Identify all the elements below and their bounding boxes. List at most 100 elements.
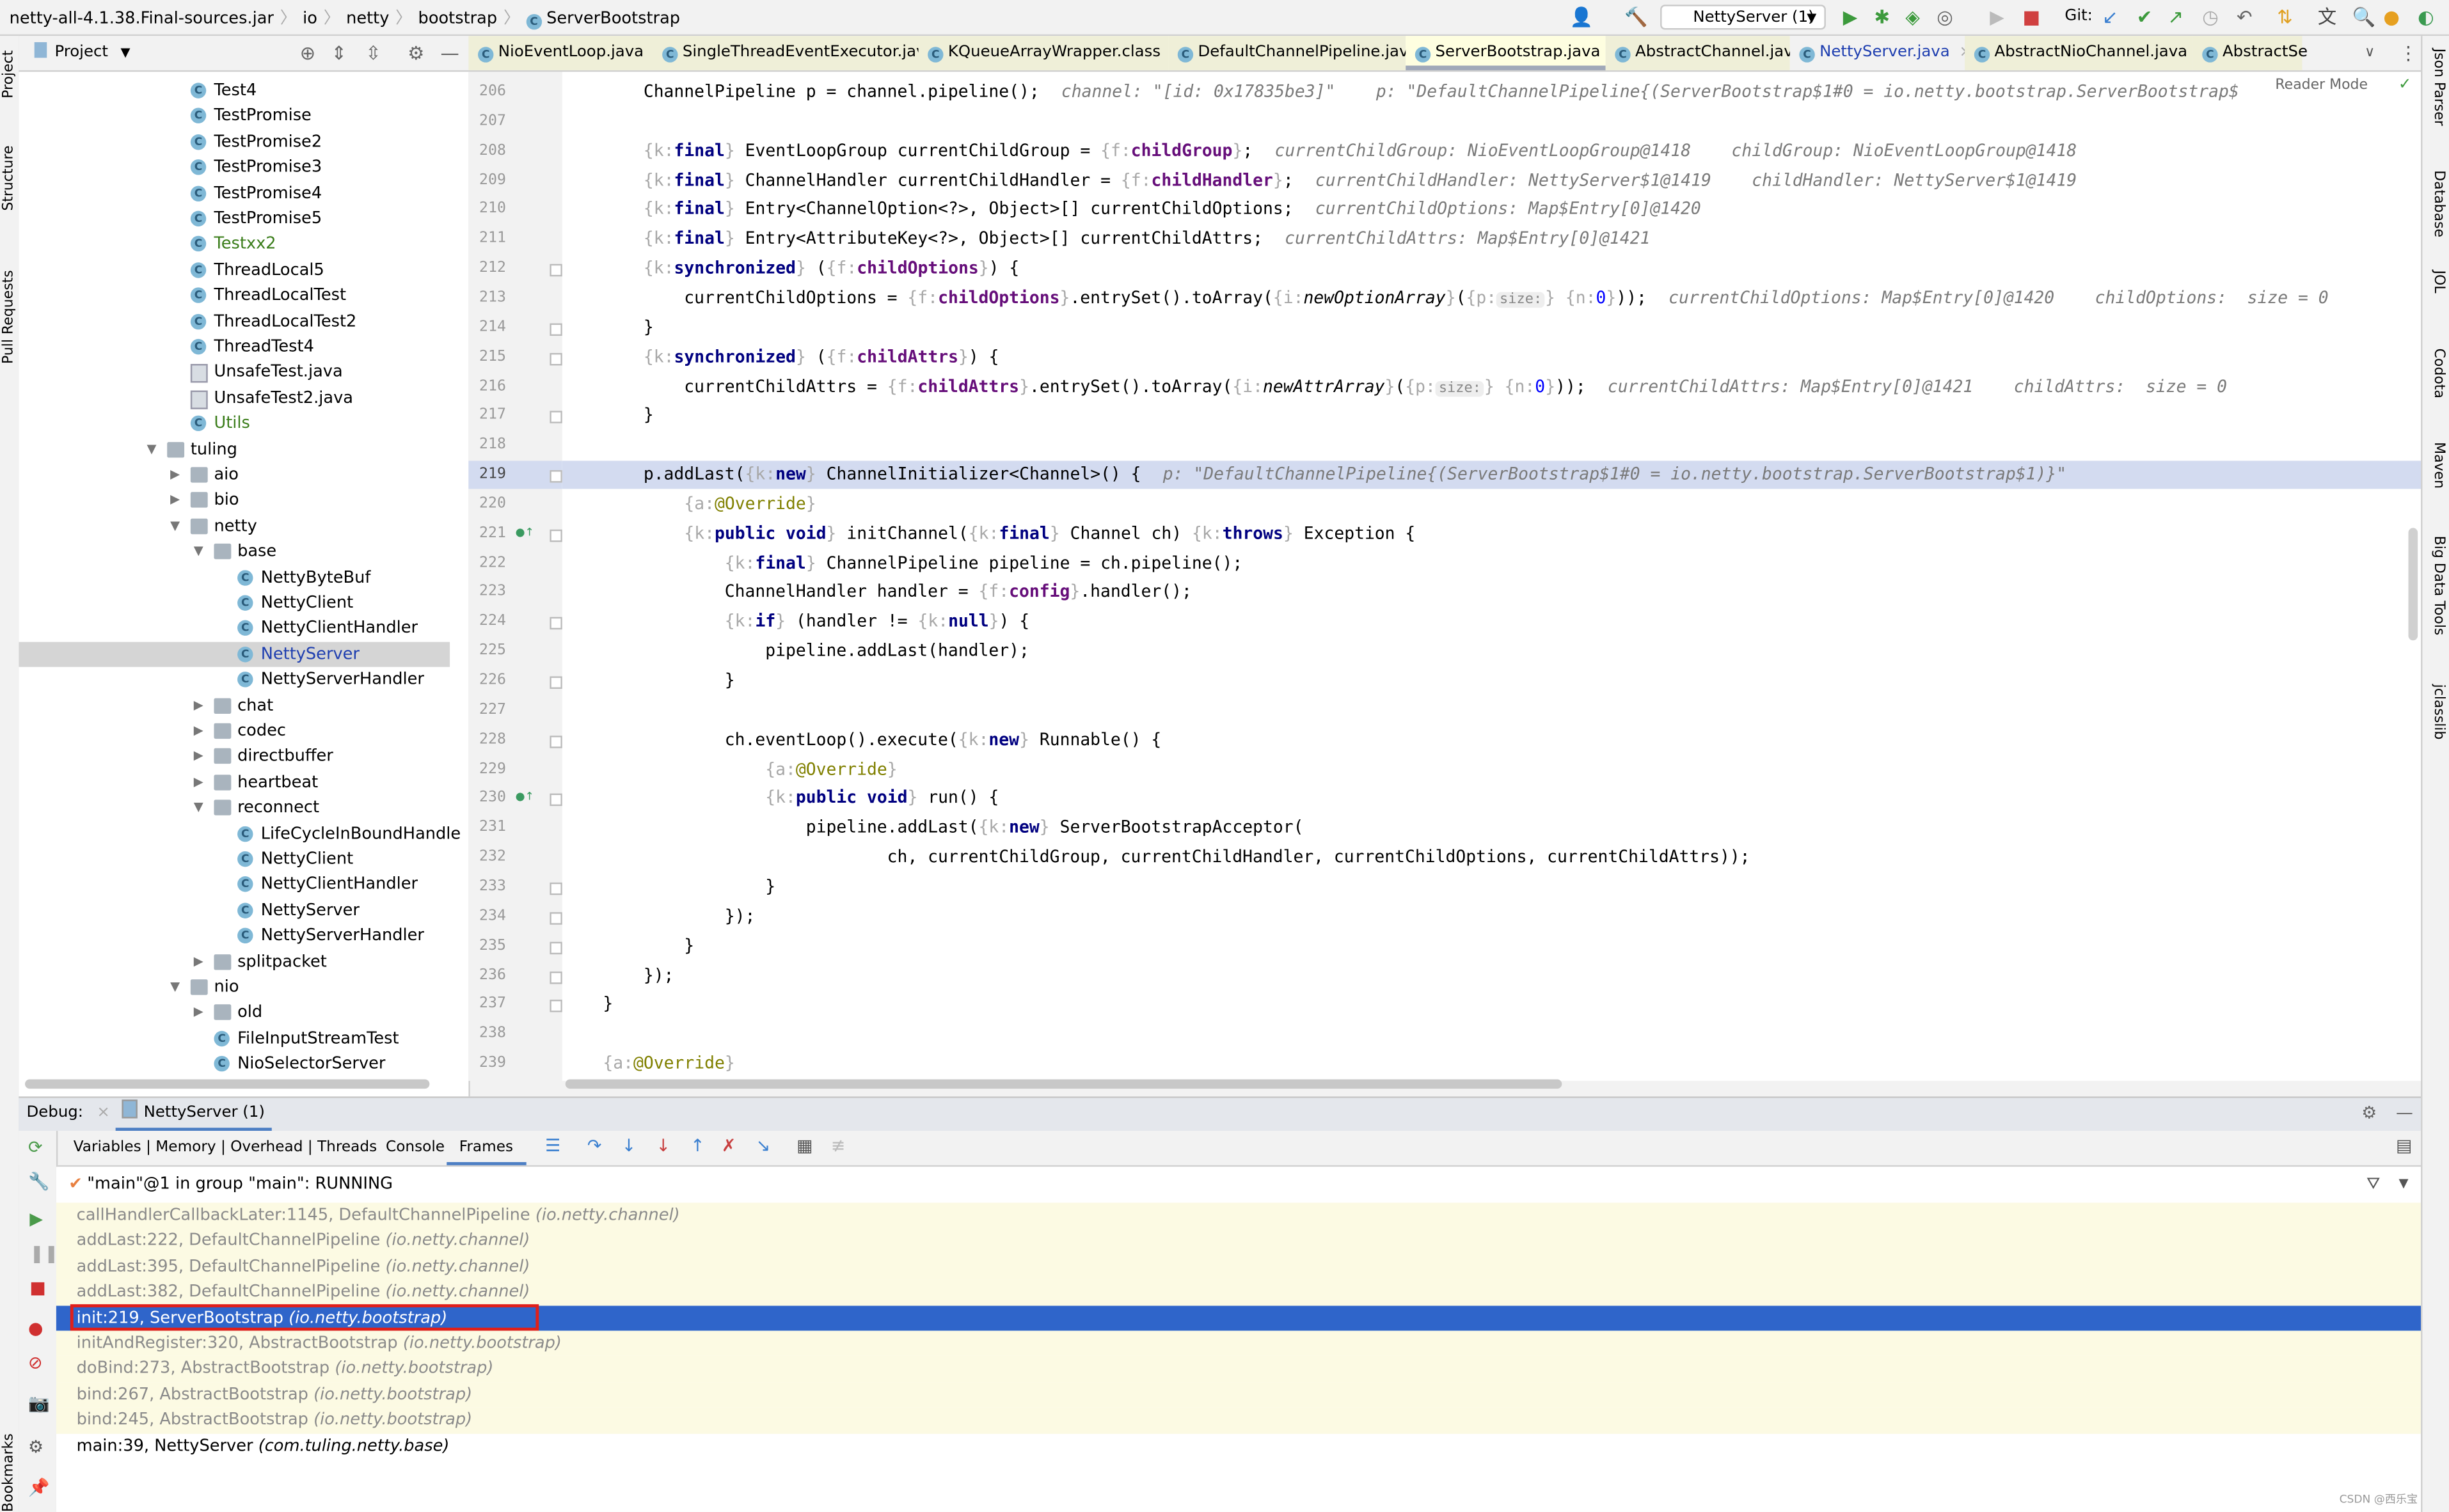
code-editor[interactable]: Reader Mode ✓ ChannelPipeline p = channe… xyxy=(562,72,2421,1081)
tree-item[interactable]: ▼ reconnect xyxy=(19,795,450,820)
tool-window-pull-requests[interactable]: Pull Requests xyxy=(1,270,17,364)
breadcrumb-item[interactable]: netty xyxy=(346,10,389,28)
editor-gutter[interactable]: 206 207 208 209 210 211 212 213 214 215 216 217 218 2… xyxy=(468,72,562,1081)
tool-window-project[interactable]: Project xyxy=(1,51,17,98)
evaluate-expression-icon[interactable]: ▦ xyxy=(797,1135,812,1156)
fold-marker-icon[interactable] xyxy=(550,676,562,689)
tree-item[interactable]: ▼ tuling xyxy=(19,437,450,462)
tree-item[interactable]: C NettyServerHandler xyxy=(19,667,450,692)
fold-marker-icon[interactable] xyxy=(550,470,562,483)
stack-frame[interactable]: bind:267, AbstractBootstrap (io.netty.bo… xyxy=(56,1382,2421,1408)
more-icon[interactable]: ⋮ xyxy=(2399,42,2418,64)
step-into-icon[interactable]: ↓ xyxy=(622,1135,637,1156)
force-step-into-icon[interactable]: ↓ xyxy=(656,1135,670,1156)
tree-item[interactable]: C Test4 xyxy=(19,78,450,103)
fold-marker-icon[interactable] xyxy=(550,1000,562,1013)
tree-item[interactable]: UnsafeTest2.java xyxy=(19,386,450,411)
chevron-right-icon[interactable]: ▶ xyxy=(194,1000,203,1025)
rerun-icon[interactable]: ⟳ xyxy=(28,1137,43,1158)
debug-icon[interactable]: ✱ xyxy=(1874,6,1890,28)
tool-window-jclasslib[interactable]: jclasslib xyxy=(2430,684,2446,740)
chevron-right-icon[interactable]: ▶ xyxy=(194,744,203,769)
tab-nioeventloop-java[interactable]: CNioEventLoop.java× xyxy=(468,36,666,70)
settings-icon[interactable]: ⚙ xyxy=(28,1437,44,1458)
gear-icon[interactable]: ⚙ xyxy=(408,42,424,64)
fold-marker-icon[interactable] xyxy=(550,735,562,748)
tab-singlethreadeventexecutor-java[interactable]: CSingleThreadEventExecutor.java× xyxy=(653,36,958,70)
breadcrumb-item[interactable]: io xyxy=(303,10,317,28)
fold-marker-icon[interactable] xyxy=(550,529,562,542)
restore-layout-icon[interactable]: ▤ xyxy=(2396,1135,2412,1156)
update-icon[interactable]: ● xyxy=(2383,6,2400,28)
tree-item[interactable]: ▼ nio xyxy=(19,975,450,1000)
tree-item[interactable]: C Testxx2 xyxy=(19,232,450,256)
chevron-down-icon[interactable]: ▼ xyxy=(147,437,156,462)
profile-icon[interactable]: ◎ xyxy=(1937,6,1953,28)
breadcrumb-item[interactable]: bootstrap xyxy=(418,10,498,28)
resume-icon[interactable]: ▶ xyxy=(1990,6,2004,28)
chevron-down-icon[interactable]: ▼ xyxy=(170,514,180,539)
structure-icon[interactable]: ⇅ xyxy=(2277,6,2293,28)
project-horizontal-scrollbar[interactable] xyxy=(25,1079,430,1089)
fold-marker-icon[interactable] xyxy=(550,617,562,630)
tool-window-codota[interactable]: Codota xyxy=(2430,349,2446,398)
stack-frame[interactable]: doBind:273, AbstractBootstrap (io.netty.… xyxy=(56,1356,2421,1382)
chevron-down-icon[interactable]: ▼ xyxy=(194,795,203,820)
hide-icon[interactable]: — xyxy=(440,42,459,64)
tree-item[interactable]: ▶ heartbeat xyxy=(19,769,450,794)
override-method-icon[interactable]: ●↑ xyxy=(516,791,534,804)
fold-marker-icon[interactable] xyxy=(550,323,562,336)
tree-item[interactable]: C NettyClient xyxy=(19,847,450,872)
debug-session-tab[interactable]: NettyServer (1) xyxy=(115,1098,271,1131)
tree-item[interactable]: C TestPromise xyxy=(19,104,450,129)
tool-window-database[interactable]: Database xyxy=(2430,170,2446,237)
stop-icon[interactable]: ■ xyxy=(2022,6,2040,28)
view-breakpoints-icon[interactable]: ● xyxy=(28,1318,43,1339)
breadcrumb-item[interactable]: ServerBootstrap xyxy=(546,10,680,28)
tree-item[interactable]: ▶ old xyxy=(19,1000,450,1025)
stack-frame[interactable]: initAndRegister:320, AbstractBootstrap (… xyxy=(56,1330,2421,1357)
pause-icon[interactable]: ❚❚ xyxy=(29,1243,58,1264)
tab-frames[interactable]: Frames xyxy=(447,1131,526,1165)
stack-frame[interactable]: addLast:222, DefaultChannelPipeline (io.… xyxy=(56,1228,2421,1254)
chevron-right-icon[interactable]: ▶ xyxy=(170,488,180,513)
git-commit-icon[interactable]: ✔ xyxy=(2137,6,2153,28)
stack-frame[interactable]: addLast:395, DefaultChannelPipeline (io.… xyxy=(56,1254,2421,1280)
tree-item[interactable]: C ThreadTest4 xyxy=(19,335,450,359)
tab-variables-memory-overhead-threads[interactable]: Variables | Memory | Overhead | Threads xyxy=(74,1131,377,1165)
tree-item[interactable]: C NettyServerHandler xyxy=(19,924,450,949)
chevron-right-icon[interactable]: ▶ xyxy=(194,769,203,794)
tab-nettyserver-java[interactable]: CNettyServer.java× xyxy=(1789,36,1972,70)
fold-marker-icon[interactable] xyxy=(550,411,562,424)
collapse-all-icon[interactable]: ⇳ xyxy=(365,42,381,64)
tool-window-big-data-tools[interactable]: Big Data Tools xyxy=(2430,536,2446,636)
fold-marker-icon[interactable] xyxy=(550,352,562,365)
breadcrumb-item[interactable]: netty-all-4.1.38.Final-sources.jar xyxy=(10,10,274,28)
stack-frame[interactable]: bind:245, AbstractBootstrap (io.netty.bo… xyxy=(56,1407,2421,1433)
translate-icon[interactable]: 文 xyxy=(2318,6,2336,28)
expand-all-icon[interactable]: ⇕ xyxy=(331,42,347,64)
resume-program-icon[interactable]: ▶ xyxy=(29,1209,43,1229)
step-over-icon[interactable]: ↷ xyxy=(587,1135,602,1156)
stack-frame[interactable]: main:39, NettyServer (com.tuling.netty.b… xyxy=(56,1433,2421,1459)
tool-window-maven[interactable]: Maven xyxy=(2430,442,2446,489)
tab-abstractniochannel-java[interactable]: CAbstractNioChannel.java× xyxy=(1965,36,2210,70)
run-to-cursor-icon[interactable]: ↘ xyxy=(756,1135,771,1156)
plugin-icon[interactable]: ◐ xyxy=(2418,6,2434,28)
tree-item[interactable]: C NettyByteBuf xyxy=(19,565,450,590)
fold-marker-icon[interactable] xyxy=(550,794,562,807)
stack-frame[interactable]: init:219, ServerBootstrap (io.netty.boot… xyxy=(56,1303,2421,1331)
git-update-icon[interactable]: ↙ xyxy=(2102,6,2118,28)
tree-item[interactable]: C NettyClientHandler xyxy=(19,872,450,897)
rollback-icon[interactable]: ↶ xyxy=(2237,6,2253,28)
tree-item[interactable]: C TestPromise3 xyxy=(19,155,450,180)
tree-item[interactable]: C TestPromise2 xyxy=(19,129,450,154)
coverage-icon[interactable]: ◈ xyxy=(1905,6,1920,28)
tool-window-jol[interactable]: JOL xyxy=(2430,270,2446,293)
tab-list-chevron-icon[interactable]: ∨ xyxy=(2365,42,2375,64)
tree-item[interactable]: C ThreadLocalTest2 xyxy=(19,309,450,334)
tree-item[interactable]: C ThreadLocalTest xyxy=(19,283,450,308)
tool-window-bookmarks[interactable]: Bookmarks xyxy=(1,1433,17,1512)
filter-icon[interactable]: ⛛ xyxy=(2366,1167,2381,1201)
pin-icon[interactable]: 📌 xyxy=(28,1477,49,1498)
